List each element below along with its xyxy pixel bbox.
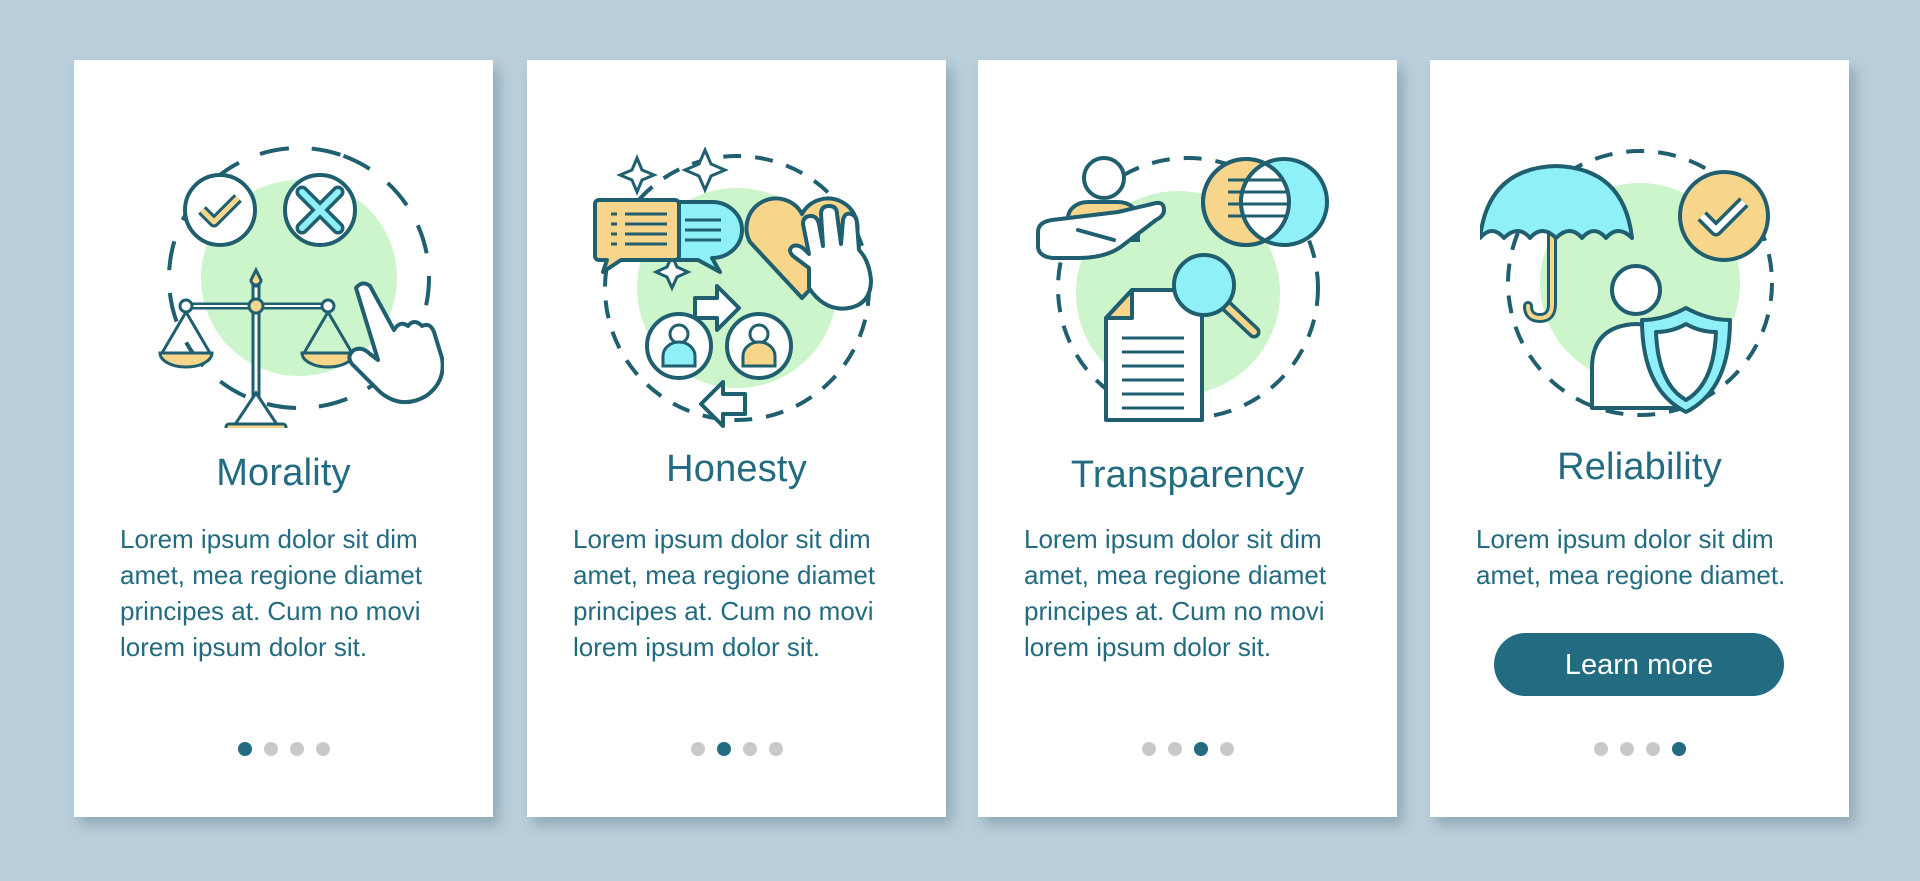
page-dot-3-active[interactable] [1193,742,1208,756]
onboarding-screen-morality: Morality Lorem ipsum dolor sit dim amet,… [74,60,493,817]
scales-check-cross-hand-icon [157,146,444,428]
page-dot-2[interactable] [1167,742,1182,756]
page-indicator [527,742,946,756]
page-dot-2[interactable] [263,742,278,756]
page-indicator [74,742,493,756]
page-dot-3[interactable] [1645,742,1660,756]
page-indicator [1430,742,1849,756]
screen-title: Morality [216,452,351,494]
page-dot-1[interactable] [690,742,705,756]
page-dot-4[interactable] [768,742,783,756]
honesty-illustration [577,128,897,428]
page-dot-1[interactable] [1141,742,1156,756]
screen-description: Lorem ipsum dolor sit dim amet, mea regi… [573,524,876,662]
umbrella-shield-check-icon [1479,149,1774,417]
document-magnifier-venn-icon [1035,156,1329,422]
learn-more-button[interactable]: Learn more [1494,633,1784,696]
page-dot-4[interactable] [315,742,330,756]
page-dot-1-active[interactable] [237,742,252,756]
page-dot-1[interactable] [1593,742,1608,756]
screen-description: Lorem ipsum dolor sit dim amet, mea regi… [1024,524,1327,662]
page-dot-2-active[interactable] [716,742,731,756]
page-dot-4[interactable] [1219,742,1234,756]
screen-title: Transparency [1070,454,1305,496]
page-dot-3[interactable] [742,742,757,756]
transparency-illustration [1028,128,1348,428]
onboarding-screen-transparency: Transparency Lorem ipsum dolor sit dim a… [978,60,1397,817]
chat-heart-exchange-icon [592,146,873,428]
screen-description: Lorem ipsum dolor sit dim amet, mea regi… [1476,524,1786,590]
page-dot-2[interactable] [1619,742,1634,756]
page-dot-4-active[interactable] [1671,742,1686,756]
morality-illustration [124,128,444,428]
page-dot-3[interactable] [289,742,304,756]
onboarding-screen-honesty: Honesty Lorem ipsum dolor sit dim amet, … [527,60,946,817]
reliability-illustration [1479,128,1800,428]
screen-description: Lorem ipsum dolor sit dim amet, mea regi… [120,524,423,662]
page-indicator [978,742,1397,756]
screen-title: Reliability [1557,446,1722,488]
onboarding-screen-reliability: Reliability Lorem ipsum dolor sit dim am… [1430,60,1849,817]
screen-title: Honesty [666,448,807,490]
